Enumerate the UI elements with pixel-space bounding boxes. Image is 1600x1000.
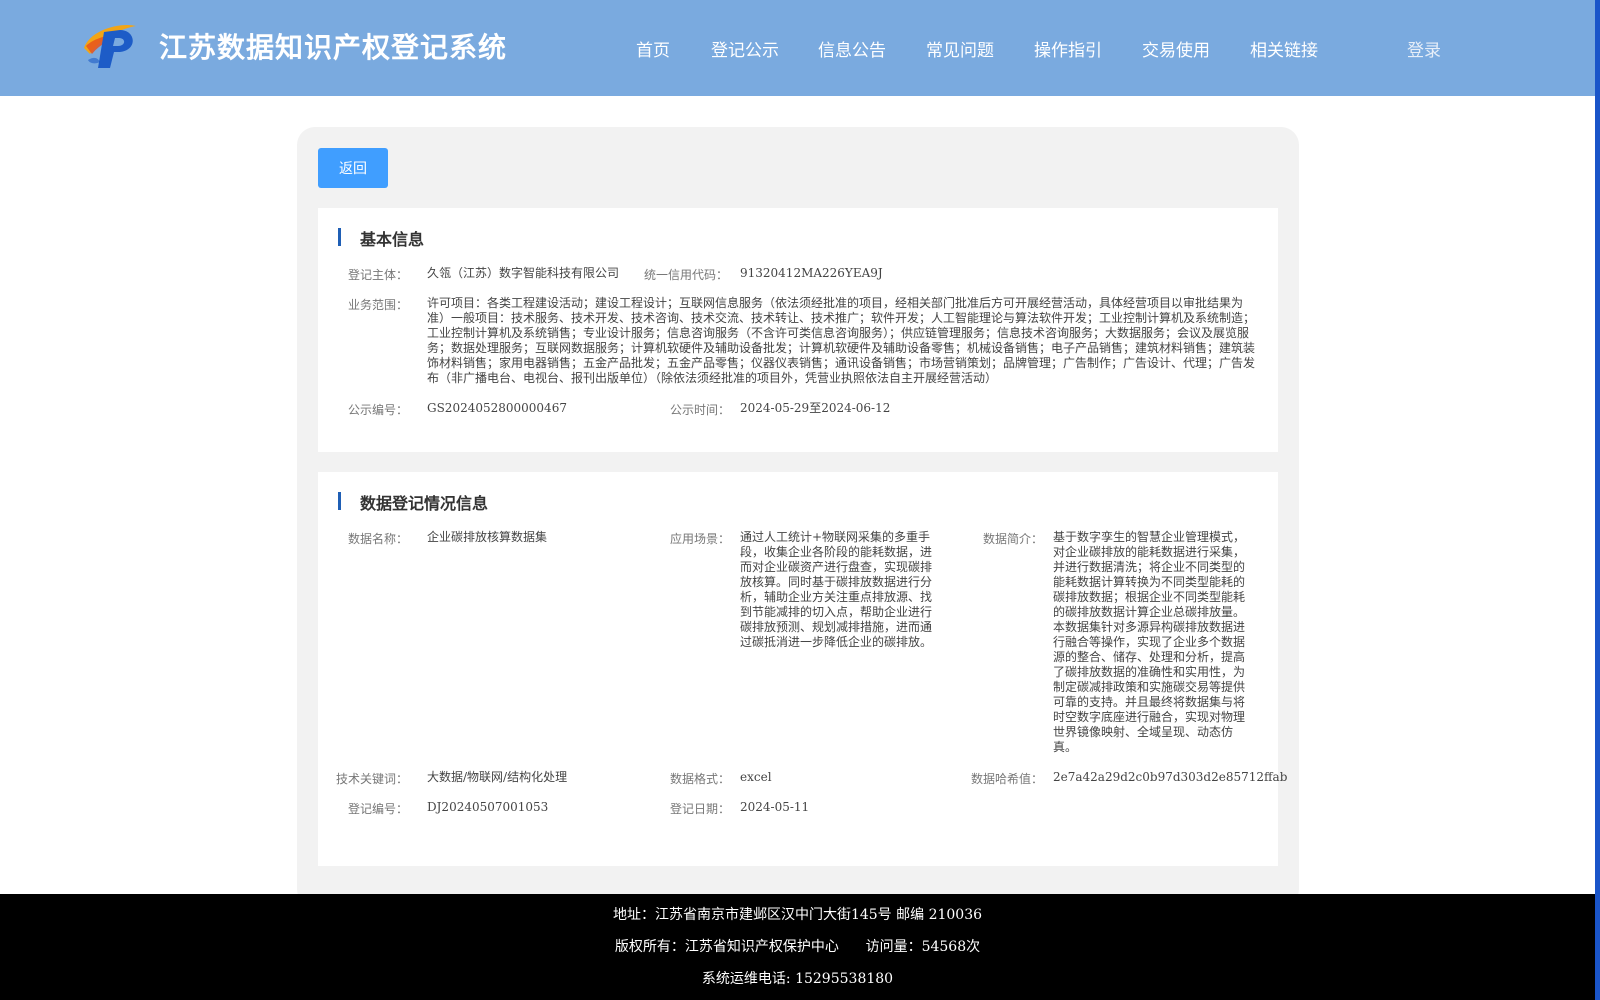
nav-operation-guide[interactable]: 操作指引: [1034, 36, 1102, 61]
hash-value: 2e7a42a29d2c0b97d303d2e85712ffab: [1053, 770, 1288, 784]
data-registration-title: 数据登记情况信息: [360, 494, 489, 513]
reg-no-label: 登记编号：: [348, 802, 409, 816]
data-registration-card: 数据登记情况信息 数据名称： 企业碳排放核算数据集 应用场景： 通过人工统计+物…: [318, 472, 1287, 866]
section-marker: [338, 228, 341, 246]
subject-label: 登记主体：: [348, 268, 409, 282]
login-link[interactable]: 登录: [1407, 36, 1441, 61]
subject-value: 久瓴（江苏）数字智能科技有限公司: [427, 266, 620, 280]
notice-no-value: GS2024052800000467: [427, 401, 567, 415]
reg-no-value: DJ20240507001053: [427, 800, 549, 814]
format-label: 数据格式：: [669, 772, 730, 786]
credit-code-value: 91320412MA226YEA9J: [740, 266, 883, 280]
footer-hotline: 系统运维电话: 15295538180: [701, 971, 894, 987]
nav-home[interactable]: 首页: [636, 36, 670, 61]
window-edge: [1595, 0, 1600, 1000]
section-marker: [338, 492, 341, 510]
site-logo-icon[interactable]: [80, 20, 140, 70]
scenario-value: 通过人工统计+物联网采集的多重手段，收集企业各阶段的能耗数据，进而对企业碳资产进…: [740, 530, 933, 649]
data-name-label: 数据名称：: [348, 532, 409, 546]
data-name-value: 企业碳排放核算数据集: [427, 530, 548, 544]
scenario-label: 应用场景：: [669, 532, 730, 546]
top-header: 江苏数据知识产权登记系统 首页 登记公示 信息公告 常见问题 操作指引 交易使用…: [0, 0, 1595, 96]
notice-time-label: 公示时间：: [669, 403, 730, 417]
page-footer: 地址：江苏省南京市建邺区汉中门大街145号 邮编 210036 版权所有：江苏省…: [0, 894, 1595, 1000]
nav-announcements[interactable]: 信息公告: [818, 36, 886, 61]
credit-code-label: 统一信用代码：: [643, 268, 728, 282]
keywords-value: 大数据/物联网/结构化处理: [427, 770, 568, 784]
notice-no-label: 公示编号：: [348, 403, 409, 417]
nav-registration-notice[interactable]: 登记公示: [711, 36, 779, 61]
intro-label: 数据简介：: [982, 532, 1043, 546]
basic-info-title: 基本信息: [360, 230, 425, 249]
reg-date-value: 2024-05-11: [740, 800, 810, 814]
site-title: 江苏数据知识产权登记系统: [159, 31, 508, 64]
format-value: excel: [740, 770, 772, 784]
keywords-label: 技术关键词：: [336, 772, 409, 786]
scope-label: 业务范围：: [348, 298, 409, 312]
nav-related-links[interactable]: 相关链接: [1250, 36, 1318, 61]
back-button[interactable]: 返回: [318, 148, 388, 188]
basic-info-card: 基本信息 登记主体： 久瓴（江苏）数字智能科技有限公司 统一信用代码： 9132…: [318, 208, 1278, 452]
footer-address: 地址：江苏省南京市建邺区汉中门大街145号 邮编 210036: [612, 907, 983, 923]
nav-trading-use[interactable]: 交易使用: [1142, 36, 1210, 61]
hash-label: 数据哈希值：: [970, 772, 1043, 786]
notice-time-value: 2024-05-29至2024-06-12: [740, 401, 891, 415]
scope-value: 许可项目：各类工程建设活动；建设工程设计；互联网信息服务（依法须经批准的项目，经…: [427, 296, 1256, 385]
nav-faq[interactable]: 常见问题: [926, 36, 994, 61]
intro-value: 基于数字孪生的智慧企业管理模式，对企业碳排放的能耗数据进行采集，并进行数据清洗；…: [1053, 530, 1246, 754]
footer-copyright: 版权所有：江苏省知识产权保护中心 访问量：54568次: [614, 939, 981, 955]
reg-date-label: 登记日期：: [669, 802, 730, 816]
